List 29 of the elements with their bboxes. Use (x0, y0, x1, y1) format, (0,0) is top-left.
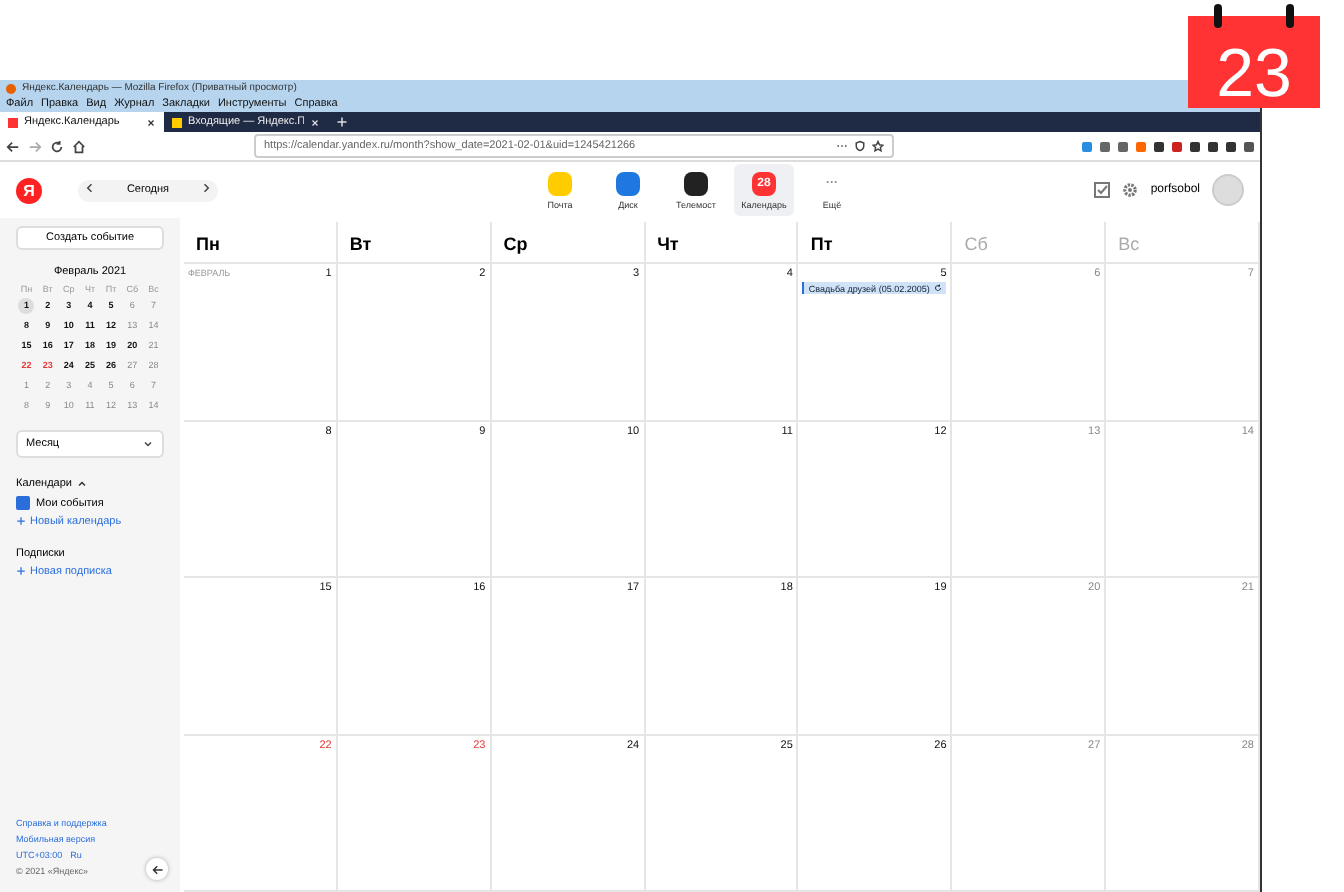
chevron-down-icon[interactable] (142, 438, 154, 450)
weekday-header: Пт (798, 222, 953, 262)
logo[interactable]: Я (16, 177, 42, 203)
reload-icon[interactable] (50, 139, 64, 153)
firefox-icon (6, 83, 16, 93)
plus-icon (16, 516, 26, 526)
home-icon[interactable] (72, 139, 86, 153)
star-icon[interactable] (872, 140, 884, 152)
plus-icon[interactable] (336, 116, 348, 128)
arrow-left-icon (151, 863, 163, 875)
prev-icon[interactable] (84, 182, 96, 194)
chevron-up-icon[interactable] (75, 478, 88, 490)
weekday-header: Сб (952, 222, 1107, 262)
weekday-header: Вс (1106, 222, 1260, 262)
repeat-icon (934, 284, 943, 292)
weekday-header: Чт (645, 222, 799, 262)
weekday-header: Пн (184, 222, 338, 262)
settings-icon[interactable] (1122, 182, 1139, 198)
checkbox[interactable] (16, 496, 30, 510)
more-icon[interactable] (836, 140, 848, 152)
weekday-header: Вт (337, 222, 492, 262)
shield-icon[interactable] (854, 140, 866, 152)
checkbox-icon[interactable] (1094, 182, 1111, 198)
collapse-sidebar-button[interactable] (146, 858, 168, 880)
close-icon[interactable] (146, 117, 156, 127)
weekday-header: Ср (491, 222, 646, 262)
next-icon[interactable] (200, 182, 212, 194)
back-icon[interactable] (6, 139, 20, 153)
plus-icon (16, 566, 26, 576)
